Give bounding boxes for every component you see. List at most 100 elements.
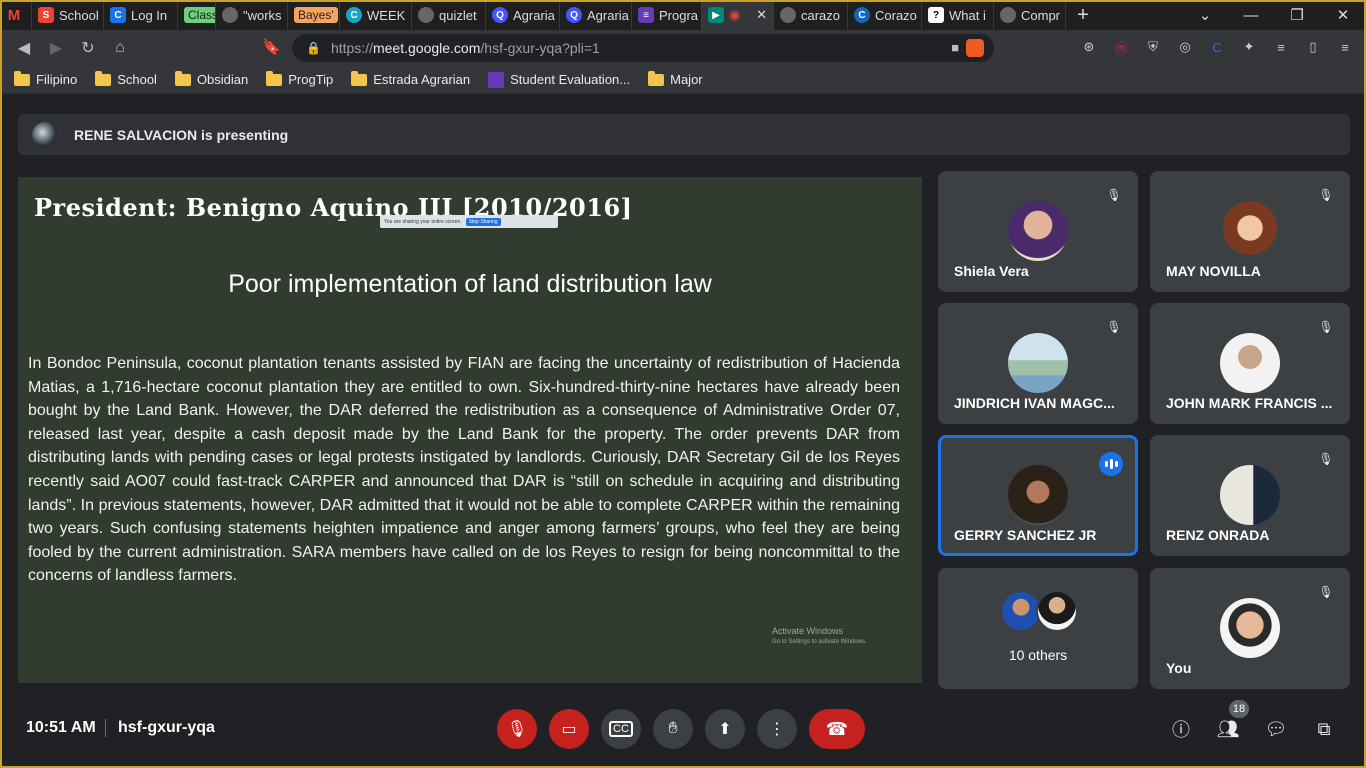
quizlet-icon: Q — [492, 7, 508, 23]
folder-icon — [266, 70, 283, 86]
menu-icon[interactable]: ≡ — [1336, 38, 1354, 56]
people-icon: 👥︎ — [1216, 718, 1240, 739]
tab-what[interactable]: ? What i — [922, 0, 994, 30]
present-screen-icon: ⬆ — [718, 721, 732, 738]
more-options-button[interactable]: ⋮ — [757, 709, 797, 749]
bookmark-school[interactable]: School — [95, 70, 157, 87]
shared-screen: President: Benigno Aquino III [2010/2016… — [18, 177, 922, 683]
people-button[interactable]: 👥︎ — [1216, 717, 1240, 741]
login-icon: C — [110, 7, 126, 23]
slide-body: In Bondoc Peninsula, coconut plantation … — [28, 355, 900, 585]
bookmark-icon[interactable]: 🔖 — [262, 38, 281, 56]
participant-photo — [1220, 333, 1280, 393]
leave-call-button[interactable]: ☎ — [809, 709, 865, 749]
tab-search-icon[interactable]: ⌄ — [1182, 0, 1228, 30]
meeting-controls: 10:51 AM hsf-gxur-yqa 🎙︎ ▭ CC ✋︎ ⬆ ⋮ ☎ ⓘ… — [0, 700, 1366, 758]
raise-hand-button[interactable]: ✋︎ — [653, 709, 693, 749]
tab-agraria-1[interactable]: Q Agraria — [486, 0, 560, 30]
tab-progra[interactable]: ≡ Progra — [632, 0, 702, 30]
participant-photo — [1220, 598, 1280, 658]
tab-carazo[interactable]: carazo — [774, 0, 848, 30]
tab-gmail[interactable]: M — [0, 0, 32, 30]
forward-button[interactable]: ▶ — [40, 32, 72, 64]
chat-button[interactable]: 💬︎ — [1264, 717, 1288, 741]
speaking-indicator-icon — [1099, 452, 1123, 476]
bookmark-filipino[interactable]: Filipino — [14, 70, 77, 87]
grammarly-icon[interactable]: ⊛ — [1080, 38, 1098, 56]
folder-icon — [174, 70, 191, 86]
participant-tile[interactable]: 🎙︎ RENZ ONRADA — [1150, 435, 1350, 556]
mendeley-icon[interactable]: ⓜ — [1112, 38, 1130, 56]
home-button[interactable]: ⌂ — [104, 32, 136, 64]
tab-bayes[interactable]: Bayes' — [288, 0, 340, 30]
close-window-button[interactable]: ✕ — [1320, 0, 1366, 30]
bookmark-major[interactable]: Major — [648, 70, 703, 87]
tab-close-icon[interactable]: ✕ — [756, 7, 767, 23]
participant-tile[interactable]: 🎙︎ MAY NOVILLA — [1150, 171, 1350, 292]
extensions-icon[interactable]: ✦ — [1240, 38, 1258, 56]
chat-icon: 💬︎ — [1264, 718, 1288, 739]
tab-quizlet[interactable]: quizlet — [412, 0, 486, 30]
tab-week[interactable]: C WEEK — [340, 0, 412, 30]
participant-tile[interactable]: 🎙︎ Shiela Vera — [938, 171, 1138, 292]
tab-login[interactable]: C Log In — [104, 0, 178, 30]
forms-icon: ≡ — [638, 7, 654, 23]
participant-photo — [1008, 465, 1068, 525]
meet-icon: ▶ — [708, 7, 724, 23]
camera-toggle-button[interactable]: ▭ — [549, 709, 589, 749]
address-bar[interactable]: 🔒 https://meet.google.com/hsf-gxur-yqa?p… — [292, 34, 994, 62]
self-tile[interactable]: 🎙︎ You — [1150, 568, 1350, 689]
participant-photo — [1220, 465, 1280, 525]
avatar — [1036, 590, 1078, 632]
recording-icon: ◉ — [729, 7, 741, 22]
mic-off-icon: 🎙︎ — [506, 721, 528, 738]
brave-shield-icon[interactable] — [966, 39, 984, 57]
tab-class[interactable]: Class — [178, 0, 216, 30]
mic-off-icon: 🎙︎ — [1106, 188, 1122, 202]
bookmark-estrada[interactable]: Estrada Agrarian — [351, 70, 470, 87]
sidebar-icon[interactable]: ▯ — [1304, 38, 1322, 56]
activities-button[interactable]: ⧉ — [1312, 717, 1336, 741]
bookmark-student-eval[interactable]: Student Evaluation... — [488, 71, 630, 88]
bookmark-progtip[interactable]: ProgTip — [266, 70, 333, 87]
lock-icon: 🔒 — [306, 41, 321, 55]
stop-sharing-button[interactable]: Stop Sharing — [465, 217, 501, 226]
hang-up-icon: ☎ — [825, 718, 849, 739]
participant-tile[interactable]: 🎙︎ JOHN MARK FRANCIS ... — [1150, 303, 1350, 424]
playlist-icon[interactable]: ≡ — [1272, 38, 1290, 56]
new-tab-button[interactable]: + — [1066, 4, 1100, 27]
canva-ext-icon[interactable]: C — [1208, 38, 1226, 56]
mic-off-icon: 🎙︎ — [1106, 320, 1122, 334]
minimize-button[interactable]: — — [1228, 0, 1274, 30]
tab-corazo[interactable]: C Corazo — [848, 0, 922, 30]
participant-photo — [1008, 333, 1068, 393]
participant-tile-active-speaker[interactable]: GERRY SANCHEZ JR — [938, 435, 1138, 556]
tab-school[interactable]: S School — [32, 0, 104, 30]
tab-agraria-2[interactable]: Q Agraria — [560, 0, 632, 30]
mic-off-icon: 🎙︎ — [1318, 452, 1334, 466]
captions-button[interactable]: CC — [601, 709, 641, 749]
camera-icon[interactable]: ■ — [951, 40, 959, 56]
globe-icon — [780, 7, 796, 23]
extensions-bar: ⊛ ⓜ ⛨ ◎ C ✦ ≡ ▯ ≡ — [1080, 38, 1354, 56]
forms-icon — [488, 71, 505, 88]
info-icon: ⓘ — [1172, 720, 1190, 740]
tab-works[interactable]: "works — [216, 0, 288, 30]
present-button[interactable]: ⬆ — [705, 709, 745, 749]
doc-icon: C — [854, 7, 870, 23]
ublock-icon[interactable]: ⛨ — [1144, 38, 1162, 56]
bookmark-obsidian[interactable]: Obsidian — [174, 70, 248, 87]
tab-compr[interactable]: Compr — [994, 0, 1066, 30]
mic-off-icon: 🎙︎ — [1318, 320, 1334, 334]
mic-toggle-button[interactable]: 🎙︎ — [497, 709, 537, 749]
reload-button[interactable]: ↻ — [72, 32, 104, 64]
globe-icon — [1000, 7, 1016, 23]
participant-tile[interactable]: 🎙︎ JINDRICH IVAN MAGC... — [938, 303, 1138, 424]
mic-off-icon: 🎙︎ — [1318, 188, 1334, 202]
back-button[interactable]: ◀ — [8, 32, 40, 64]
privacy-icon[interactable]: ◎ — [1176, 38, 1194, 56]
restore-button[interactable]: ❐ — [1274, 0, 1320, 30]
meeting-details-button[interactable]: ⓘ — [1169, 717, 1193, 741]
others-tile[interactable]: 10 others — [938, 568, 1138, 689]
tab-meet[interactable]: ▶ ◉ ✕ — [702, 0, 774, 30]
